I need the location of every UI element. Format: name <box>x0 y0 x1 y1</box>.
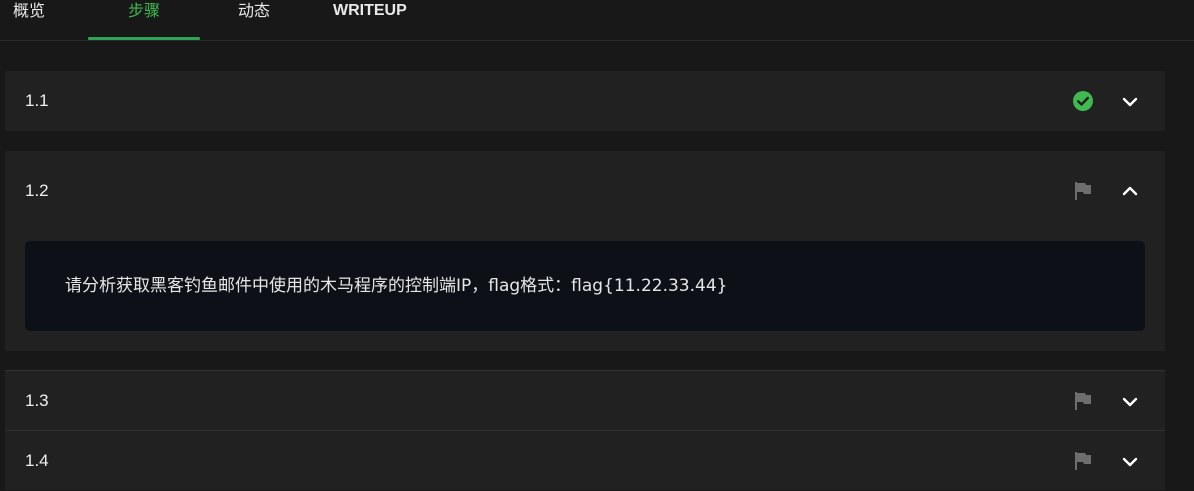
active-tab-indicator <box>88 37 200 40</box>
tab-steps[interactable]: 步骤 <box>88 0 200 40</box>
chevron-up-icon[interactable] <box>1119 180 1141 202</box>
check-circle-icon <box>1072 90 1094 112</box>
step-label: 1.2 <box>25 181 49 200</box>
flag-icon[interactable] <box>1072 390 1094 412</box>
step-label: 1.3 <box>25 391 49 410</box>
tab-activity[interactable]: 动态 <box>238 0 270 40</box>
chevron-down-icon[interactable] <box>1119 451 1141 473</box>
chevron-down-icon[interactable] <box>1119 391 1141 413</box>
step-item-1-4: 1.4 <box>5 430 1165 490</box>
flag-icon[interactable] <box>1072 450 1094 472</box>
step-header[interactable]: 1.2 <box>5 151 1165 231</box>
step-description: 请分析获取黑客钓鱼邮件中使用的木马程序的控制端IP，flag格式：flag{11… <box>65 276 728 296</box>
step-label: 1.4 <box>25 451 49 470</box>
step-description-box: 请分析获取黑客钓鱼邮件中使用的木马程序的控制端IP，flag格式：flag{11… <box>25 241 1145 331</box>
step-item-1-3: 1.3 <box>5 370 1165 430</box>
step-item-1-2: 1.2 请分析获取黑客钓鱼邮件中使用的木马程序的控制端IP，flag格式：fla… <box>5 151 1165 351</box>
step-header[interactable]: 1.3 <box>5 371 1165 431</box>
tab-overview[interactable]: 概览 <box>13 0 45 40</box>
tab-bar: 概览 步骤 动态 WRITEUP <box>0 0 1194 41</box>
step-label: 1.1 <box>25 91 49 110</box>
tab-writeup[interactable]: WRITEUP <box>333 0 407 40</box>
step-header[interactable]: 1.4 <box>5 431 1165 491</box>
chevron-down-icon[interactable] <box>1119 91 1141 113</box>
step-item-1-1: 1.1 <box>5 71 1165 131</box>
step-header[interactable]: 1.1 <box>5 71 1165 131</box>
flag-icon[interactable] <box>1072 180 1094 202</box>
